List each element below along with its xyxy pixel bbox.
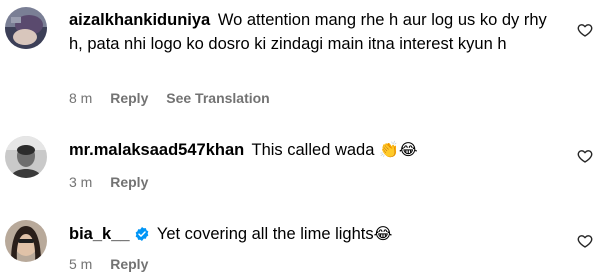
avatar[interactable] bbox=[5, 136, 47, 178]
reply-button[interactable]: Reply bbox=[110, 172, 148, 192]
avatar-image bbox=[5, 220, 47, 262]
comment-body: aizalkhankiduniya Wo attention mang rhe … bbox=[69, 8, 563, 56]
comment-emoji: 😂 bbox=[373, 226, 393, 243]
avatar-image bbox=[5, 7, 47, 49]
avatar[interactable] bbox=[5, 7, 47, 49]
comment-username[interactable]: mr.malaksaad547khan bbox=[69, 141, 244, 159]
comment-meta: 5 m Reply bbox=[69, 254, 162, 274]
comment-emoji: 👏😂 bbox=[379, 142, 418, 159]
heart-outline-icon[interactable] bbox=[577, 233, 593, 249]
comment-text: Yet covering all the lime lights bbox=[156, 225, 374, 243]
comment-body: bia_k__ Yet covering all the lime lights… bbox=[69, 222, 563, 247]
see-translation-button[interactable]: See Translation bbox=[166, 88, 269, 108]
reply-button[interactable]: Reply bbox=[110, 88, 148, 108]
comment-username[interactable]: aizalkhankiduniya bbox=[69, 11, 210, 29]
comment-time[interactable]: 5 m bbox=[69, 254, 92, 274]
comment-list: aizalkhankiduniya Wo attention mang rhe … bbox=[0, 0, 603, 278]
comment-body: mr.malaksaad547khan This called wada 👏😂 bbox=[69, 138, 563, 163]
comment-time[interactable]: 3 m bbox=[69, 172, 92, 192]
avatar-image bbox=[5, 136, 47, 178]
comment-text: This called wada bbox=[251, 141, 375, 159]
comment-item: mr.malaksaad547khan This called wada 👏😂 … bbox=[0, 128, 603, 196]
comment-meta: 3 m Reply bbox=[69, 172, 162, 192]
heart-outline-icon[interactable] bbox=[577, 148, 593, 164]
comment-username[interactable]: bia_k__ bbox=[69, 225, 130, 243]
comment-item: aizalkhankiduniya Wo attention mang rhe … bbox=[0, 0, 603, 110]
comment-time[interactable]: 8 m bbox=[69, 88, 92, 108]
comment-item: bia_k__ Yet covering all the lime lights… bbox=[0, 212, 603, 278]
avatar[interactable] bbox=[5, 220, 47, 262]
reply-button[interactable]: Reply bbox=[110, 254, 148, 274]
comment-meta: 8 m Reply See Translation bbox=[69, 88, 284, 108]
verified-badge-icon bbox=[134, 226, 150, 242]
heart-outline-icon[interactable] bbox=[577, 22, 593, 38]
